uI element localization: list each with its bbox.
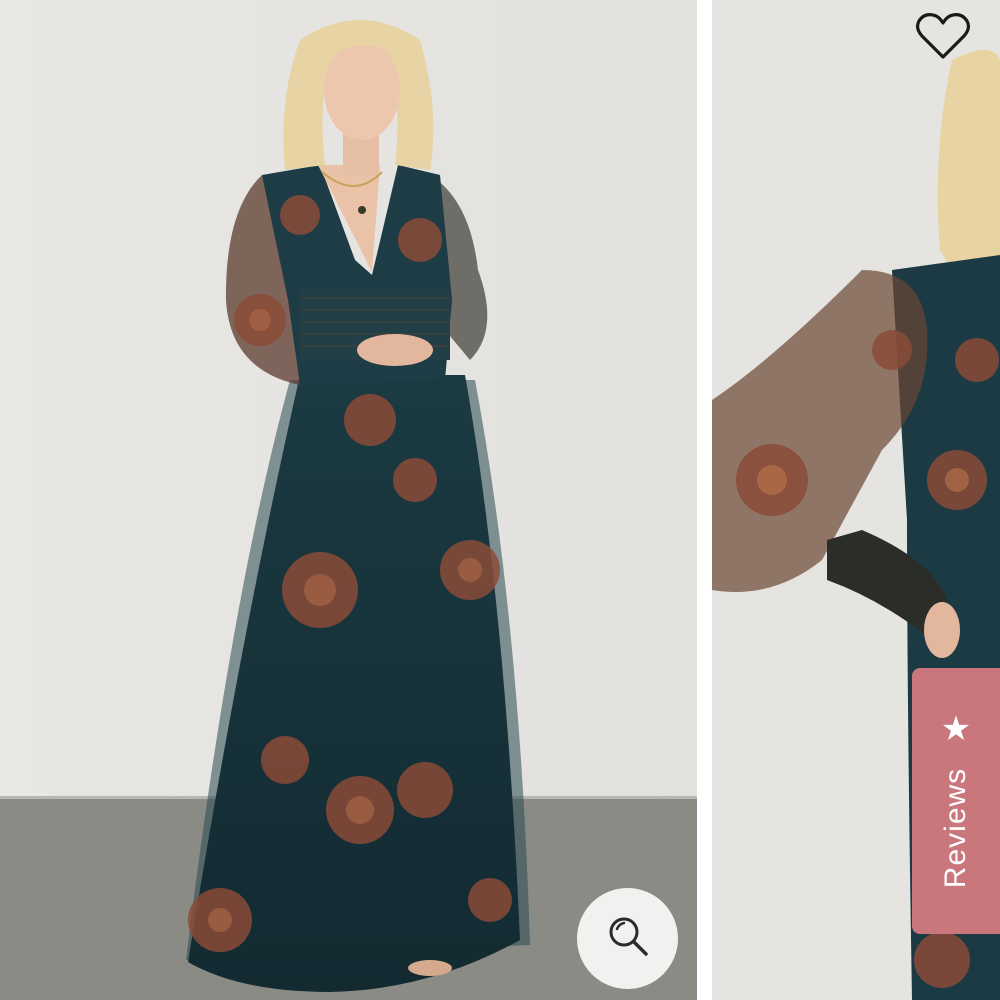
product-photo-main[interactable] bbox=[0, 0, 697, 1000]
product-image-carousel[interactable]: ★ Reviews bbox=[0, 0, 1000, 1000]
star-icon: ★ bbox=[940, 710, 972, 748]
model-photo bbox=[0, 0, 697, 1000]
heart-outline-icon bbox=[914, 11, 972, 66]
zoom-button[interactable] bbox=[577, 888, 678, 989]
reviews-tab-label: Reviews bbox=[939, 767, 972, 889]
favorite-button[interactable] bbox=[912, 10, 974, 66]
magnifier-icon bbox=[605, 913, 651, 964]
